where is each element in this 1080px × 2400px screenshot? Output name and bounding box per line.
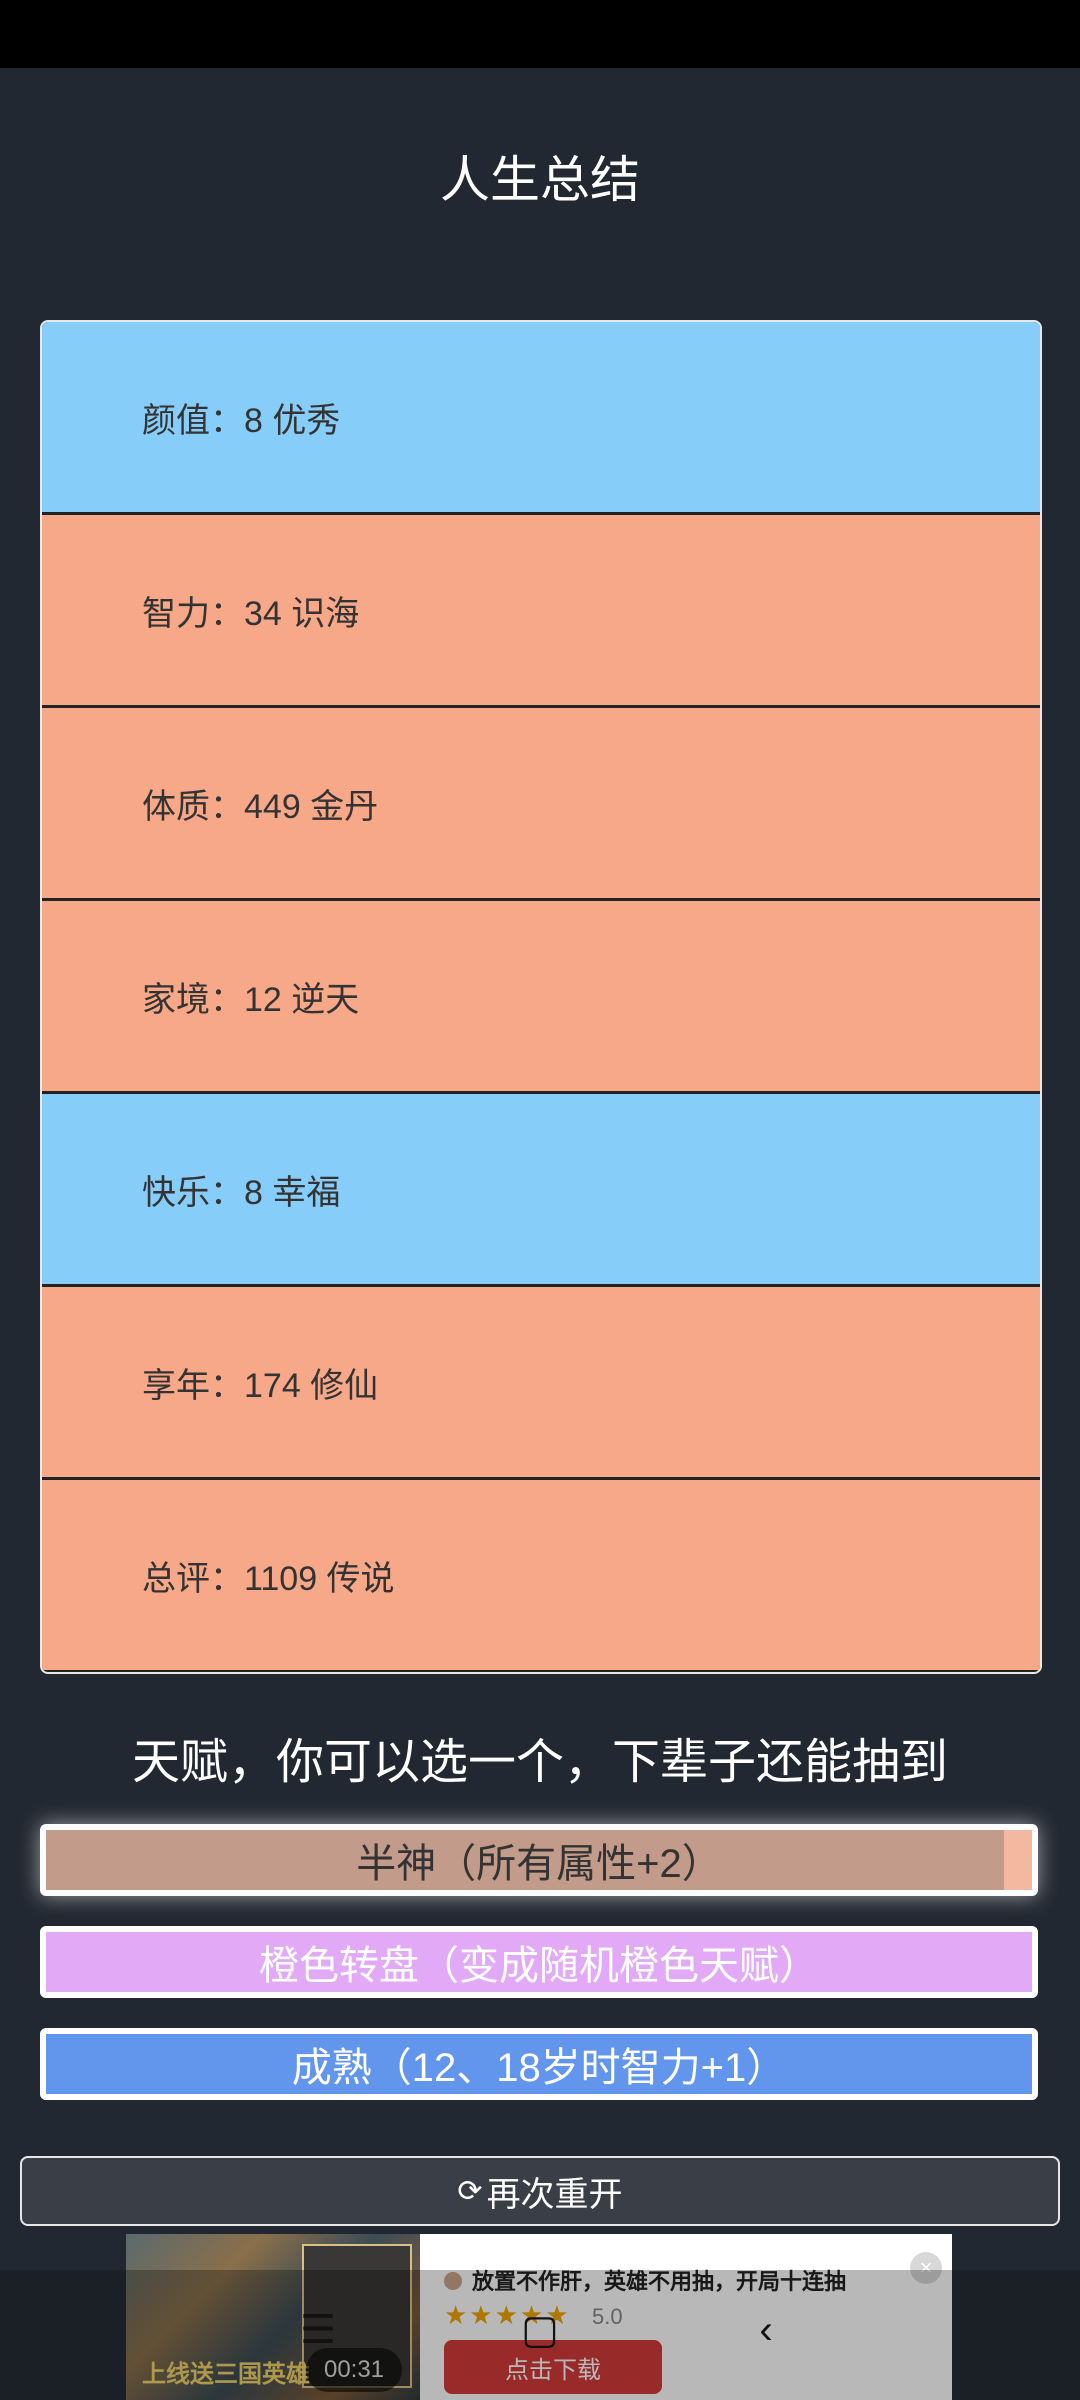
stat-row-constitution: 体质：449 金丹 [42, 708, 1040, 898]
status-bar [0, 0, 1080, 68]
stat-row-family: 家境：12 逆天 [42, 901, 1040, 1091]
talent-option-demigod[interactable]: 半神（所有属性+2） [40, 1824, 1038, 1896]
talent-label: 半神（所有属性+2） [356, 1842, 722, 1886]
talent-option-mature[interactable]: 成熟（12、18岁时智力+1） [40, 2028, 1038, 2100]
refresh-icon: ⟳ [457, 2174, 483, 2208]
home-icon[interactable]: ▢ [510, 2300, 570, 2360]
ad-game-title: 上线送三国英雄 [142, 2361, 310, 2388]
talent-option-orange-wheel[interactable]: 橙色转盘（变成随机橙色天赋） [40, 1926, 1038, 1998]
talent-progress-edge [1004, 1830, 1032, 1890]
menu-icon[interactable]: ☰ [288, 2300, 348, 2360]
stat-row-lifespan: 享年：174 修仙 [42, 1287, 1040, 1477]
back-icon[interactable]: ‹ [736, 2300, 796, 2360]
close-icon[interactable]: × [910, 2252, 942, 2284]
stat-row-intelligence: 智力：34 识海 [42, 515, 1040, 705]
talent-label: 橙色转盘（变成随机橙色天赋） [259, 1944, 819, 1988]
stat-row-happiness: 快乐：8 幸福 [42, 1094, 1040, 1284]
restart-label: 再次重开 [486, 2175, 623, 2214]
ad-video[interactable]: 上线送三国英雄 00:31 [126, 2234, 420, 2400]
talent-heading: 天赋，你可以选一个，下辈子还能抽到 [131, 1736, 948, 1789]
stat-row-overall: 总评：1109 传说 [42, 1480, 1040, 1670]
stats-panel: 颜值：8 优秀 智力：34 识海 体质：449 金丹 家境：12 逆天 快乐：8… [40, 320, 1042, 1674]
ad-rating-value: 5.0 [592, 2304, 623, 2329]
restart-button[interactable]: ⟳ 再次重开 [20, 2156, 1060, 2226]
page-title: 人生总结 [440, 152, 640, 208]
talent-label: 成熟（12、18岁时智力+1） [291, 2046, 787, 2090]
stat-row-appearance: 颜值：8 优秀 [42, 322, 1040, 512]
ad-avatar [444, 2272, 462, 2290]
ad-text: 放置不作肝，英雄不用抽，开局十连抽 [472, 2269, 847, 2294]
